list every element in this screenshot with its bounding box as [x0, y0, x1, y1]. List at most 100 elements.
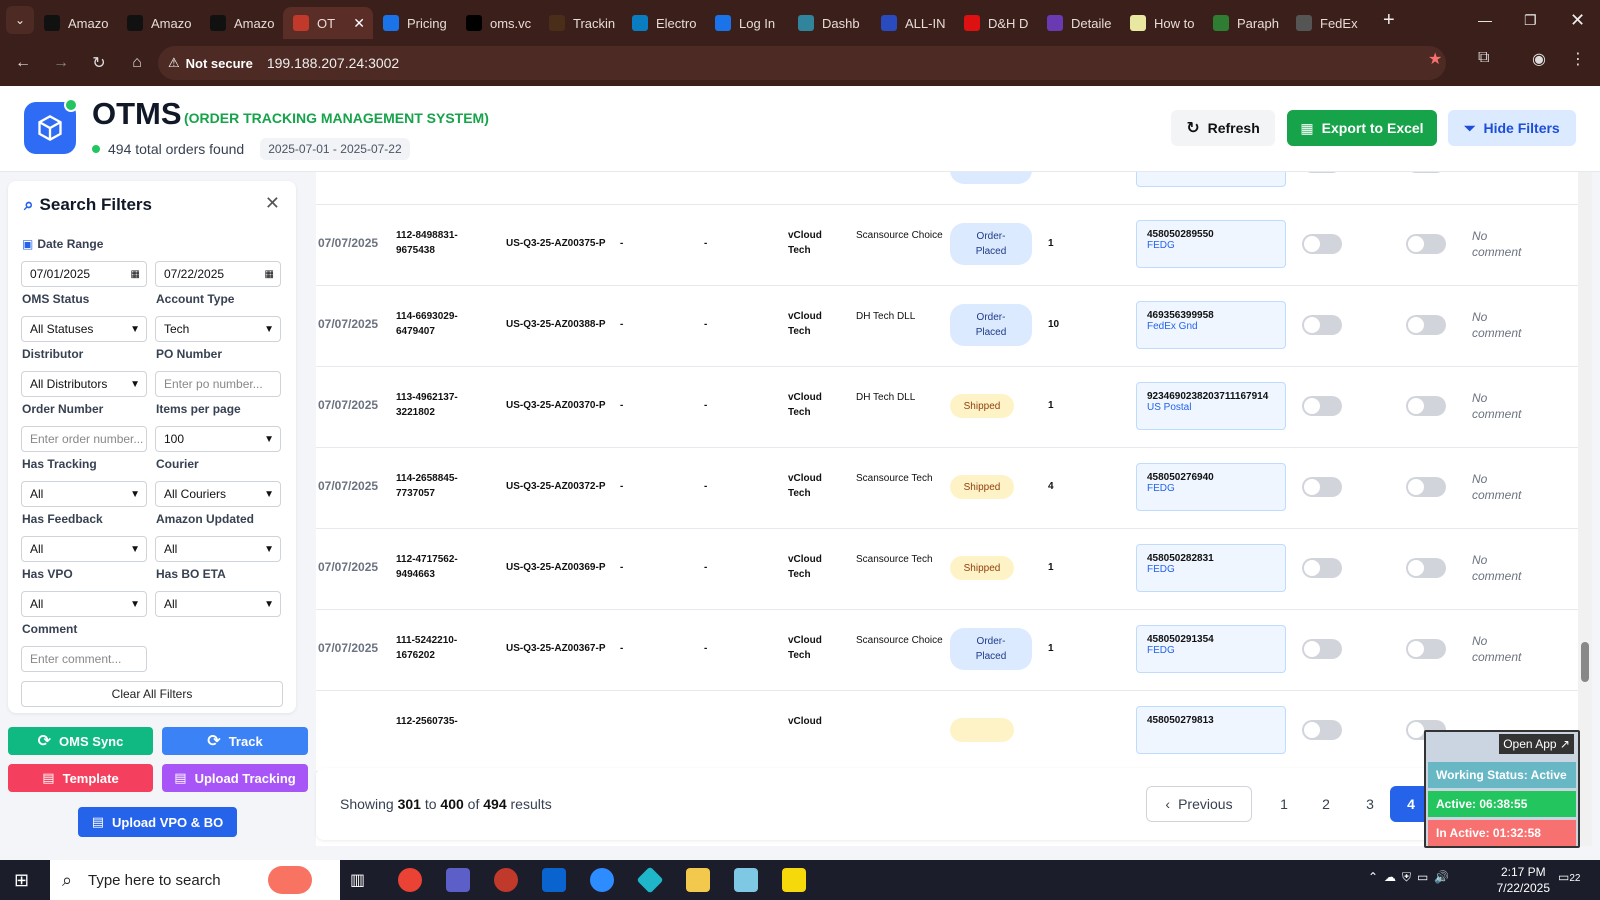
order-number[interactable]: 112-2560735- — [396, 714, 496, 729]
browser-tab[interactable]: FedEx — [1286, 7, 1369, 39]
calendar-picker-icon[interactable]: ▦ — [265, 269, 274, 280]
scrollbar-thumb[interactable] — [1581, 642, 1589, 682]
feedback-toggle[interactable] — [1302, 477, 1342, 497]
chrome-active-icon[interactable] — [494, 868, 518, 892]
new-tab-icon[interactable]: + — [1383, 9, 1395, 32]
browser-tab[interactable]: oms.vc — [456, 7, 539, 39]
upload-tracking-button[interactable]: ▤ Upload Tracking — [162, 764, 308, 792]
track-button[interactable]: ⟳ Track — [162, 727, 308, 755]
order-number[interactable]: 111-5242210-1676202 — [396, 633, 496, 663]
oms-sync-button[interactable]: ⟳ OMS Sync — [8, 727, 153, 755]
order-number[interactable]: 111-5831928-3186643 — [396, 172, 496, 177]
zoom-icon[interactable] — [590, 868, 614, 892]
feedback-toggle[interactable] — [1302, 234, 1342, 254]
forward-icon[interactable]: → — [46, 48, 76, 78]
order-number[interactable]: 114-2658845-7737057 — [396, 471, 496, 501]
browser-tab[interactable]: Detaile — [1037, 7, 1120, 39]
feedback-toggle[interactable] — [1302, 172, 1342, 173]
tracking-number[interactable]: 9234690238203711167914 — [1147, 391, 1275, 402]
order-number[interactable]: 112-4717562-9494663 — [396, 552, 496, 582]
close-tab-icon[interactable]: ✕ — [353, 15, 365, 32]
sticky-notes-icon[interactable] — [782, 868, 806, 892]
maximize-icon[interactable]: ❐ — [1524, 0, 1537, 40]
reload-icon[interactable]: ↻ — [84, 48, 114, 78]
tracking-box[interactable]: 458050282831 FEDG — [1136, 544, 1286, 592]
amazon-updated-toggle[interactable] — [1406, 396, 1446, 416]
has-tracking-select[interactable]: All ▼ — [21, 481, 147, 507]
teams-icon[interactable] — [446, 868, 470, 892]
tracking-number[interactable]: 469356399958 — [1147, 310, 1275, 321]
browser-tab[interactable]: OT ✕ — [283, 7, 373, 39]
diamond-app-icon[interactable] — [636, 866, 664, 894]
upload-vpo-bo-button[interactable]: ▤ Upload VPO & BO — [78, 807, 237, 837]
amazon-updated-toggle[interactable] — [1406, 234, 1446, 254]
template-button[interactable]: ▤ Template — [8, 764, 153, 792]
page-1-button[interactable]: 1 — [1266, 786, 1302, 822]
page-2-button[interactable]: 2 — [1308, 786, 1344, 822]
file-explorer-icon[interactable] — [686, 868, 710, 892]
po-number-input[interactable]: Enter po number... — [155, 371, 281, 397]
items-per-page-select[interactable]: 100 ▼ — [155, 426, 281, 452]
close-filters-icon[interactable]: ✕ — [265, 193, 280, 214]
minimize-icon[interactable]: — — [1478, 0, 1492, 40]
menu-icon[interactable]: ⋮ — [1570, 49, 1586, 69]
has-vpo-select[interactable]: All ▼ — [21, 591, 147, 617]
has-bo-eta-select[interactable]: All ▼ — [155, 591, 281, 617]
feedback-toggle[interactable] — [1302, 720, 1342, 740]
date-from-input[interactable]: 07/01/2025 ▦ — [21, 261, 147, 287]
tracking-number[interactable]: 458050289550 — [1147, 229, 1275, 240]
not-secure-badge[interactable]: ⚠ Not secure — [168, 55, 253, 71]
tracking-number[interactable]: 458050276940 — [1147, 472, 1275, 483]
taskbar-clock[interactable]: 2:17 PM 7/22/2025 — [1497, 864, 1550, 896]
table-scrollbar[interactable] — [1578, 172, 1592, 846]
omnibox[interactable]: ⚠ Not secure 199.188.207.24:3002 — [158, 46, 1446, 80]
clear-all-filters-button[interactable]: Clear All Filters — [21, 681, 283, 707]
browser-tab[interactable]: ALL-IN — [871, 7, 954, 39]
oms-status-select[interactable]: All Statuses ▼ — [21, 316, 147, 342]
back-icon[interactable]: ← — [8, 48, 38, 78]
tracking-box[interactable]: 469356399958 FedEx Gnd — [1136, 301, 1286, 349]
browser-tab[interactable]: D&H D — [954, 7, 1037, 39]
tracking-number[interactable]: 458050291354 — [1147, 634, 1275, 645]
page-3-button[interactable]: 3 — [1352, 786, 1388, 822]
courier-select[interactable]: All Couriers ▼ — [155, 481, 281, 507]
amazon-updated-toggle[interactable] — [1406, 639, 1446, 659]
export-excel-button[interactable]: ▦ Export to Excel — [1287, 110, 1437, 146]
outlook-icon[interactable] — [542, 868, 566, 892]
distributor-select[interactable]: All Distributors ▼ — [21, 371, 147, 397]
windows-start-icon[interactable]: ⊞ — [14, 870, 29, 891]
tracking-number[interactable]: 458050279813 — [1147, 715, 1275, 726]
feedback-toggle[interactable] — [1302, 639, 1342, 659]
order-number[interactable]: 112-8498831-9675438 — [396, 228, 496, 258]
browser-tab[interactable]: Log In — [705, 7, 788, 39]
browser-tab[interactable]: Amazo — [117, 7, 200, 39]
has-feedback-select[interactable]: All ▼ — [21, 536, 147, 562]
browser-tab[interactable]: Pricing — [373, 7, 456, 39]
tab-search-icon[interactable]: ⌄ — [6, 6, 34, 34]
amazon-updated-toggle[interactable] — [1406, 558, 1446, 578]
tracking-box[interactable]: FEDG — [1136, 172, 1286, 187]
chrome-icon[interactable] — [398, 868, 422, 892]
browser-tab[interactable]: Amazo — [200, 7, 283, 39]
amazon-updated-toggle[interactable] — [1406, 477, 1446, 497]
tracking-box[interactable]: 458050276940 FEDG — [1136, 463, 1286, 511]
feedback-toggle[interactable] — [1302, 396, 1342, 416]
bookmark-star-icon[interactable]: ★ — [1428, 49, 1442, 69]
tracking-box[interactable]: 9234690238203711167914 US Postal — [1136, 382, 1286, 430]
browser-tab[interactable]: How to — [1120, 7, 1203, 39]
browser-tab[interactable]: Paraph — [1203, 7, 1286, 39]
taskbar-search[interactable]: ⌕ Type here to search — [50, 860, 340, 900]
extensions-icon[interactable]: ⧉ — [1478, 49, 1489, 67]
system-tray-icons[interactable]: ⌃☁⛨▭🔊 — [1368, 870, 1455, 885]
tracking-box[interactable]: 458050291354 FEDG — [1136, 625, 1286, 673]
comment-input[interactable]: Enter comment... — [21, 646, 147, 672]
amazon-updated-toggle[interactable] — [1406, 315, 1446, 335]
order-number[interactable]: 114-6693029-6479407 — [396, 309, 496, 339]
previous-page-button[interactable]: ‹ Previous — [1146, 786, 1252, 822]
profile-icon[interactable]: ◉ — [1532, 49, 1546, 69]
browser-tab[interactable]: Trackin — [539, 7, 622, 39]
refresh-button[interactable]: ↻ Refresh — [1171, 110, 1275, 146]
hide-filters-button[interactable]: ⏷ Hide Filters — [1448, 110, 1576, 146]
close-window-icon[interactable]: ✕ — [1570, 0, 1585, 40]
browser-tab[interactable]: Electro — [622, 7, 705, 39]
